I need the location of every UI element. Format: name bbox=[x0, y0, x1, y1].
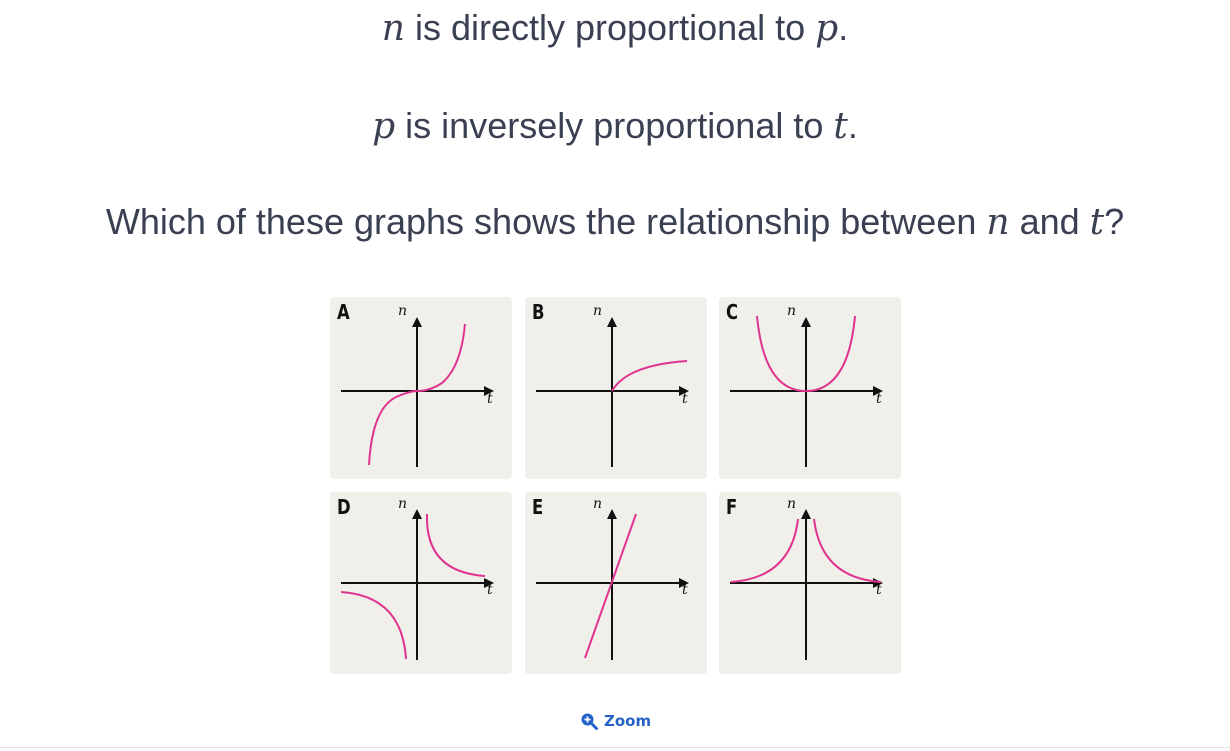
question-text: Which of these graphs shows the relation… bbox=[0, 200, 1230, 245]
variable-t: t bbox=[1089, 202, 1105, 243]
graph-panel-b: B n t bbox=[525, 297, 707, 479]
graph-panel-c: C n t bbox=[719, 297, 901, 479]
x-axis-label: t bbox=[487, 391, 493, 407]
y-axis-label: n bbox=[593, 303, 603, 319]
x-axis-label: t bbox=[682, 582, 688, 598]
question-mark: ? bbox=[1104, 201, 1125, 242]
x-axis-label: t bbox=[876, 582, 882, 598]
graph-panel-d: D n t bbox=[330, 492, 512, 674]
x-axis-label: t bbox=[487, 582, 493, 598]
y-axis-label: n bbox=[787, 496, 797, 512]
graph-panel-a: A n t bbox=[330, 297, 512, 479]
y-axis-label: n bbox=[398, 303, 408, 319]
graph-e-svg bbox=[536, 509, 689, 660]
graph-d-svg bbox=[340, 509, 494, 660]
statement-direct-proportion: n is directly proportional to p. bbox=[0, 6, 1230, 51]
graph-panel-f: F n t bbox=[719, 492, 901, 674]
statement-text: is inversely proportional to bbox=[395, 105, 834, 146]
statement-inverse-proportion: p is inversely proportional to t. bbox=[0, 104, 1230, 149]
x-axis-label: t bbox=[682, 391, 688, 407]
zoom-button[interactable]: Zoom bbox=[580, 710, 651, 732]
panel-letter: E bbox=[532, 495, 544, 519]
panel-letter: C bbox=[726, 300, 739, 324]
x-axis-label: t bbox=[876, 391, 882, 407]
y-axis-label: n bbox=[593, 496, 603, 512]
variable-n: n bbox=[986, 202, 1010, 243]
graph-a-svg bbox=[341, 317, 494, 467]
graph-panel-e: E n t bbox=[525, 492, 707, 674]
statement-text: is directly proportional to bbox=[404, 7, 816, 48]
y-axis-label: n bbox=[398, 496, 408, 512]
y-axis-label: n bbox=[787, 303, 797, 319]
question-prefix: Which of these graphs shows the relation… bbox=[105, 201, 987, 242]
panel-letter: A bbox=[337, 300, 350, 324]
graph-c-svg bbox=[730, 315, 883, 467]
variable-t: t bbox=[833, 106, 848, 147]
graph-options-image[interactable]: A n t B n t C n t D n t E n t F n t bbox=[330, 297, 902, 675]
panel-letter: F bbox=[726, 495, 738, 519]
statement-period: . bbox=[838, 7, 849, 48]
graph-f-svg bbox=[730, 509, 883, 660]
panel-letter: D bbox=[337, 495, 351, 519]
variable-n: n bbox=[381, 8, 405, 49]
zoom-label: Zoom bbox=[604, 712, 652, 730]
statement-period: . bbox=[847, 105, 858, 146]
variable-p: p bbox=[815, 8, 839, 49]
zoom-in-icon bbox=[581, 713, 598, 730]
divider bbox=[0, 747, 1230, 748]
graph-b-svg bbox=[536, 317, 689, 467]
panel-letter: B bbox=[532, 300, 545, 324]
variable-p: p bbox=[372, 106, 396, 147]
question-and: and bbox=[1009, 201, 1090, 242]
